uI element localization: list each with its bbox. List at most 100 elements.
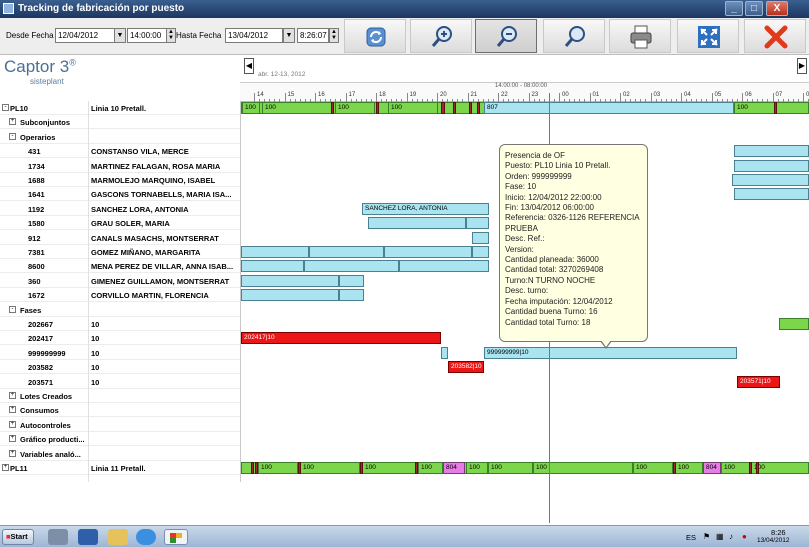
gantt-event-marker[interactable] <box>255 462 258 474</box>
gantt-event-marker[interactable] <box>376 102 379 114</box>
gantt-bar[interactable]: 100 <box>335 102 375 114</box>
tree-row[interactable]: 202417 10 <box>0 331 240 346</box>
exit-button[interactable] <box>744 19 806 53</box>
gantt-bar[interactable] <box>241 289 339 302</box>
tree-row[interactable]: 1580 GRAU SOLER, MARIA <box>0 216 240 231</box>
tree-row[interactable]: 1734 MARTINEZ FALAGAN, ROSA MARIA <box>0 159 240 173</box>
gantt-bar[interactable] <box>339 289 364 302</box>
tree-row[interactable]: 202667 10 <box>0 317 240 331</box>
gantt-bar[interactable]: 807 <box>484 102 734 114</box>
tray-flag-icon[interactable]: ⚑ <box>703 532 710 541</box>
desde-date-field[interactable]: 12/04/2012 <box>55 28 115 43</box>
refresh-button[interactable] <box>344 19 406 53</box>
gantt-bar[interactable] <box>304 260 399 273</box>
desde-time-field[interactable]: 14:00:00 <box>127 28 167 43</box>
gantt-event-marker[interactable] <box>774 102 777 114</box>
gantt-event-marker[interactable] <box>360 462 363 474</box>
gantt-bar[interactable]: 100 <box>242 102 260 114</box>
gantt-bar[interactable] <box>734 188 809 201</box>
gantt-bar[interactable]: 100 <box>418 462 443 474</box>
tree-row[interactable]: 203582 10 <box>0 360 240 375</box>
explorer-folder-icon[interactable] <box>108 529 128 545</box>
captor-app-taskbar-icon[interactable] <box>164 529 188 545</box>
powershell-icon[interactable] <box>78 529 98 545</box>
collapse-icon[interactable]: - <box>9 305 16 313</box>
collapse-icon[interactable]: - <box>9 132 16 140</box>
hasta-time-spinner[interactable]: ▲ ▼ <box>329 28 339 43</box>
gantt-bar[interactable]: 100 <box>258 462 298 474</box>
server-manager-icon[interactable] <box>48 529 68 545</box>
gantt-bar[interactable]: 100 <box>751 462 809 474</box>
gantt-event-marker[interactable] <box>331 102 334 114</box>
tree-row[interactable]: 360 GIMENEZ GUILLAMON, MONTSERRAT <box>0 274 240 288</box>
gantt-bar[interactable] <box>472 231 489 244</box>
gantt-bar[interactable] <box>472 246 489 258</box>
gantt-bar[interactable] <box>441 346 448 359</box>
gantt-bar[interactable]: 804 <box>443 462 465 474</box>
expand-icon[interactable]: + <box>9 435 16 443</box>
gantt-bar[interactable]: 100 <box>362 462 418 474</box>
gantt-bar[interactable]: 100 <box>262 102 332 114</box>
timeline-next-button[interactable]: ▶ <box>797 58 807 74</box>
close-window-button[interactable]: X <box>766 1 788 16</box>
gantt-bar[interactable] <box>241 246 309 258</box>
gantt-bar[interactable] <box>734 145 809 158</box>
gantt-bar[interactable]: 100 <box>300 462 360 474</box>
print-button[interactable] <box>609 19 671 53</box>
gantt-event-marker[interactable] <box>469 102 472 114</box>
gantt-event-marker[interactable] <box>477 102 480 114</box>
expand-icon[interactable]: + <box>9 420 16 428</box>
tree-row[interactable]: 8600 MENA PEREZ DE VILLAR, ANNA ISAB... <box>0 259 240 274</box>
expand-icon[interactable]: + <box>9 118 16 126</box>
zoom-out-button[interactable] <box>475 19 537 53</box>
gantt-bar[interactable]: 203571|10 <box>737 375 780 388</box>
gantt-bar[interactable] <box>368 217 466 230</box>
tree-row[interactable]: 1641 GASCONS TORNABELLS, MARIA ISA... <box>0 187 240 202</box>
hasta-date-field[interactable]: 13/04/2012 <box>225 28 283 43</box>
zoom-in-button[interactable] <box>410 19 472 53</box>
tree-row[interactable]: 999999999 10 <box>0 346 240 360</box>
gantt-event-marker[interactable] <box>673 462 676 474</box>
gantt-bar[interactable]: SANCHEZ LORA, ANTONIA <box>362 202 489 215</box>
gantt-bar[interactable]: 100 <box>466 462 488 474</box>
gantt-bar[interactable] <box>384 246 472 258</box>
gantt-bar[interactable]: 804 <box>703 462 721 474</box>
collapse-icon[interactable]: - <box>2 104 9 111</box>
gantt-bar[interactable] <box>732 174 809 186</box>
tree-row[interactable]: 912 CANALS MASACHS, MONTSERRAT <box>0 231 240 245</box>
gantt-bar[interactable]: 100 <box>533 462 633 474</box>
gantt-bar[interactable]: 100 <box>633 462 673 474</box>
gantt-bar[interactable]: 100 <box>488 462 533 474</box>
gantt-event-marker[interactable] <box>298 462 301 474</box>
minimize-button[interactable]: _ <box>725 1 743 16</box>
language-indicator[interactable]: ES <box>686 533 696 542</box>
gantt-bar[interactable] <box>339 274 364 287</box>
clock-time[interactable]: 8:26 <box>771 528 786 537</box>
tree-row[interactable]: + Subconjuntos <box>0 115 240 130</box>
internet-explorer-icon[interactable] <box>136 529 156 545</box>
gantt-event-marker[interactable] <box>251 462 254 474</box>
tree-row[interactable]: 1688 MARMOLEJO MARQUINO, ISABEL <box>0 173 240 187</box>
tree-row[interactable]: + Gráfico producti... <box>0 432 240 447</box>
gantt-bar[interactable]: 100 <box>675 462 703 474</box>
tree-row[interactable]: + PL11 Linia 11 Pretall. <box>0 461 240 475</box>
clock-date[interactable]: 13/04/2012 <box>757 537 790 544</box>
gantt-bar[interactable] <box>309 246 384 258</box>
fullscreen-button[interactable] <box>677 19 739 53</box>
tree-row[interactable]: 1192 SANCHEZ LORA, ANTONIA <box>0 202 240 216</box>
tree-row[interactable]: 1672 CORVILLO MARTIN, FLORENCIA <box>0 288 240 303</box>
timeline-prev-button[interactable]: ◀ <box>244 58 254 74</box>
hasta-time-field[interactable]: 8:26:07 <box>297 28 329 43</box>
gantt-bar[interactable] <box>241 260 304 273</box>
tree-row[interactable]: + Consumos <box>0 403 240 418</box>
tree-row[interactable]: 431 CONSTANSO VILA, MERCE <box>0 144 240 159</box>
tree-row[interactable]: - Operarios <box>0 130 240 144</box>
tree-row[interactable]: + Variables analó... <box>0 447 240 461</box>
tree-row[interactable]: - PL10 Linia 10 Pretall. <box>0 101 240 115</box>
hasta-date-dropdown[interactable]: ▼ <box>283 28 295 43</box>
gantt-bar[interactable]: 202417|10 <box>241 332 441 345</box>
gantt-event-marker[interactable] <box>749 462 752 474</box>
desde-time-spinner[interactable]: ▲ ▼ <box>166 28 176 43</box>
expand-icon[interactable]: + <box>9 392 16 399</box>
gantt-bar[interactable]: 203582|10 <box>448 361 484 374</box>
